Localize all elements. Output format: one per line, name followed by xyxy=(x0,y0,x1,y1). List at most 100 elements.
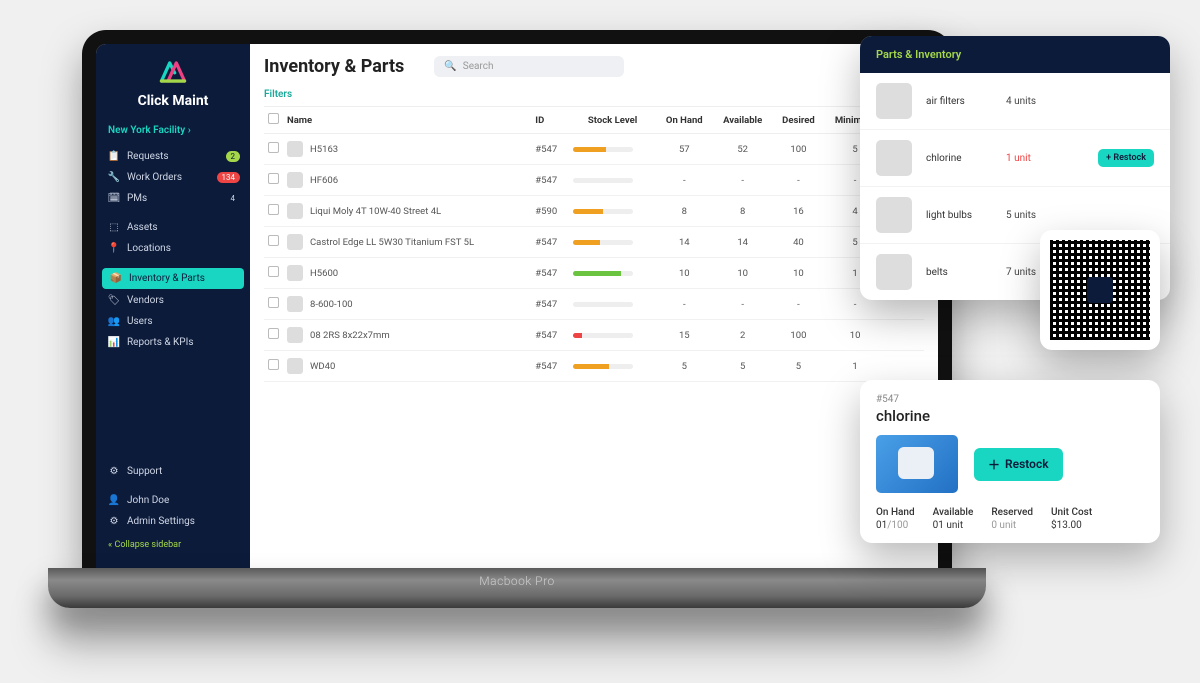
part-thumb xyxy=(876,140,912,176)
col-stock-level[interactable]: Stock Level xyxy=(569,107,656,134)
sidebar-item-users[interactable]: 👥Users xyxy=(96,311,250,332)
cell-id: #547 xyxy=(531,165,569,196)
table-row[interactable]: Castrol Edge LL 5W30 Titanium FST 5L#547… xyxy=(264,227,924,258)
table-row[interactable]: WD40#5475551 xyxy=(264,351,924,382)
col-id[interactable]: ID xyxy=(531,107,569,134)
col-name[interactable]: Name xyxy=(283,107,531,134)
cell-available: 5 xyxy=(713,351,773,382)
page-title: Inventory & Parts xyxy=(264,56,404,77)
col-on-hand[interactable]: On Hand xyxy=(656,107,713,134)
part-thumb xyxy=(876,83,912,119)
row-checkbox[interactable] xyxy=(268,266,279,277)
part-name: light bulbs xyxy=(926,210,992,221)
sidebar-item-requests[interactable]: 📋Requests2 xyxy=(96,146,250,167)
part-image xyxy=(876,435,958,493)
cell-id: #547 xyxy=(531,320,569,351)
cell-desired: 5 xyxy=(773,351,825,382)
stock-level-bar xyxy=(573,178,633,183)
part-name: chlorine xyxy=(876,407,1144,425)
nav-icon: 📋 xyxy=(108,151,120,162)
sidebar-item-reports-kpis[interactable]: 📊Reports & KPIs xyxy=(96,332,250,353)
nav-label: Locations xyxy=(127,243,171,254)
table-row[interactable]: HF606#547---- xyxy=(264,165,924,196)
qr-card xyxy=(1040,230,1160,350)
cell-available: 52 xyxy=(713,134,773,165)
nav: 📋Requests2🔧Work Orders134🗓PMs4⬚Assets📍Lo… xyxy=(96,146,250,453)
filters-link[interactable]: Filters xyxy=(264,89,292,100)
cell-on-hand: 5 xyxy=(656,351,713,382)
cell-minimum: 10 xyxy=(824,320,886,351)
stock-level-bar xyxy=(573,147,633,152)
row-checkbox[interactable] xyxy=(268,142,279,153)
cell-id: #547 xyxy=(531,289,569,320)
cell-on-hand: 15 xyxy=(656,320,713,351)
stat-reserved: Reserved 0 unit xyxy=(991,507,1033,531)
cell-available: 8 xyxy=(713,196,773,227)
table-row[interactable]: Liqui Moly 4T 10W-40 Street 4L#59088164 xyxy=(264,196,924,227)
cell-available: 2 xyxy=(713,320,773,351)
cell-available: - xyxy=(713,165,773,196)
col-desired[interactable]: Desired xyxy=(773,107,825,134)
cell-on-hand: 14 xyxy=(656,227,713,258)
table-row[interactable]: H5600#5471010101$2,0 xyxy=(264,258,924,289)
sidebar-item-vendors[interactable]: 🏷Vendors xyxy=(96,290,250,311)
nav-icon: 📦 xyxy=(110,273,122,284)
brand-name: Click Maint xyxy=(108,93,238,109)
part-name: Castrol Edge LL 5W30 Titanium FST 5L xyxy=(310,237,474,248)
row-checkbox[interactable] xyxy=(268,204,279,215)
restock-button[interactable]: ＋Restock xyxy=(974,448,1063,481)
row-checkbox[interactable] xyxy=(268,173,279,184)
stock-level-bar xyxy=(573,240,633,245)
nav-icon: ⬚ xyxy=(108,222,120,233)
sidebar-item-locations[interactable]: 📍Locations xyxy=(96,238,250,259)
cell-on-hand: - xyxy=(656,165,713,196)
nav-badge: 4 xyxy=(226,193,241,204)
sidebar-item-user[interactable]: 👤John Doe xyxy=(96,490,250,511)
sidebar-item-pms[interactable]: 🗓PMs4 xyxy=(96,188,250,209)
part-name: H5600 xyxy=(310,268,338,279)
cell-available: 10 xyxy=(713,258,773,289)
table-row[interactable]: H5163#54757521005 xyxy=(264,134,924,165)
row-checkbox[interactable] xyxy=(268,359,279,370)
nav-label: Inventory & Parts xyxy=(129,273,205,284)
part-thumb xyxy=(287,265,303,281)
row-checkbox[interactable] xyxy=(268,328,279,339)
nav-label: Requests xyxy=(127,151,169,162)
table-row[interactable]: 08 2RS 8x22x7mm#54715210010 xyxy=(264,320,924,351)
main-content: Inventory & Parts 🔍 Search ＋ Filters ⭳ N… xyxy=(250,44,938,568)
sidebar-item-admin[interactable]: ⚙Admin Settings xyxy=(96,511,250,532)
cell-id: #547 xyxy=(531,258,569,289)
collapse-sidebar[interactable]: « Collapse sidebar xyxy=(96,532,250,558)
facility-selector[interactable]: New York Facility › xyxy=(96,119,250,146)
nav-label: Assets xyxy=(127,222,158,233)
part-name: H5163 xyxy=(310,144,338,155)
part-thumb xyxy=(876,197,912,233)
panel-row[interactable]: chlorine1 unit+ Restock xyxy=(860,130,1170,187)
part-thumb xyxy=(876,254,912,290)
sidebar-item-work-orders[interactable]: 🔧Work Orders134 xyxy=(96,167,250,188)
sidebar: Click Maint New York Facility › 📋 Request… xyxy=(96,44,250,568)
nav-badge: 134 xyxy=(217,172,241,183)
table-row[interactable]: 8-600-100#547---- xyxy=(264,289,924,320)
sidebar-item-support[interactable]: ⚙Support xyxy=(96,461,250,482)
panel-row[interactable]: air filters4 units xyxy=(860,73,1170,130)
search-input[interactable]: 🔍 Search xyxy=(434,56,624,77)
restock-button[interactable]: + Restock xyxy=(1098,149,1154,167)
sidebar-item-inventory-parts[interactable]: 📦 Inventory & Parts xyxy=(102,268,244,289)
nav-label: Users xyxy=(127,316,153,327)
cell-desired: - xyxy=(773,289,825,320)
stat-unit-cost: Unit Cost $13.00 xyxy=(1051,507,1092,531)
cell-desired: 10 xyxy=(773,258,825,289)
sidebar-item-assets[interactable]: ⬚ Assets xyxy=(96,217,250,238)
select-all-checkbox[interactable] xyxy=(268,113,279,124)
row-checkbox[interactable] xyxy=(268,297,279,308)
stock-level-bar xyxy=(573,302,633,307)
col-available[interactable]: Available xyxy=(713,107,773,134)
cell-desired: 100 xyxy=(773,320,825,351)
cell-on-hand: 57 xyxy=(656,134,713,165)
cell-id: #547 xyxy=(531,351,569,382)
part-name: WD40 xyxy=(310,361,335,372)
row-checkbox[interactable] xyxy=(268,235,279,246)
panel-title: Parts & Inventory xyxy=(860,36,1170,73)
brand-logo-icon xyxy=(156,58,190,86)
